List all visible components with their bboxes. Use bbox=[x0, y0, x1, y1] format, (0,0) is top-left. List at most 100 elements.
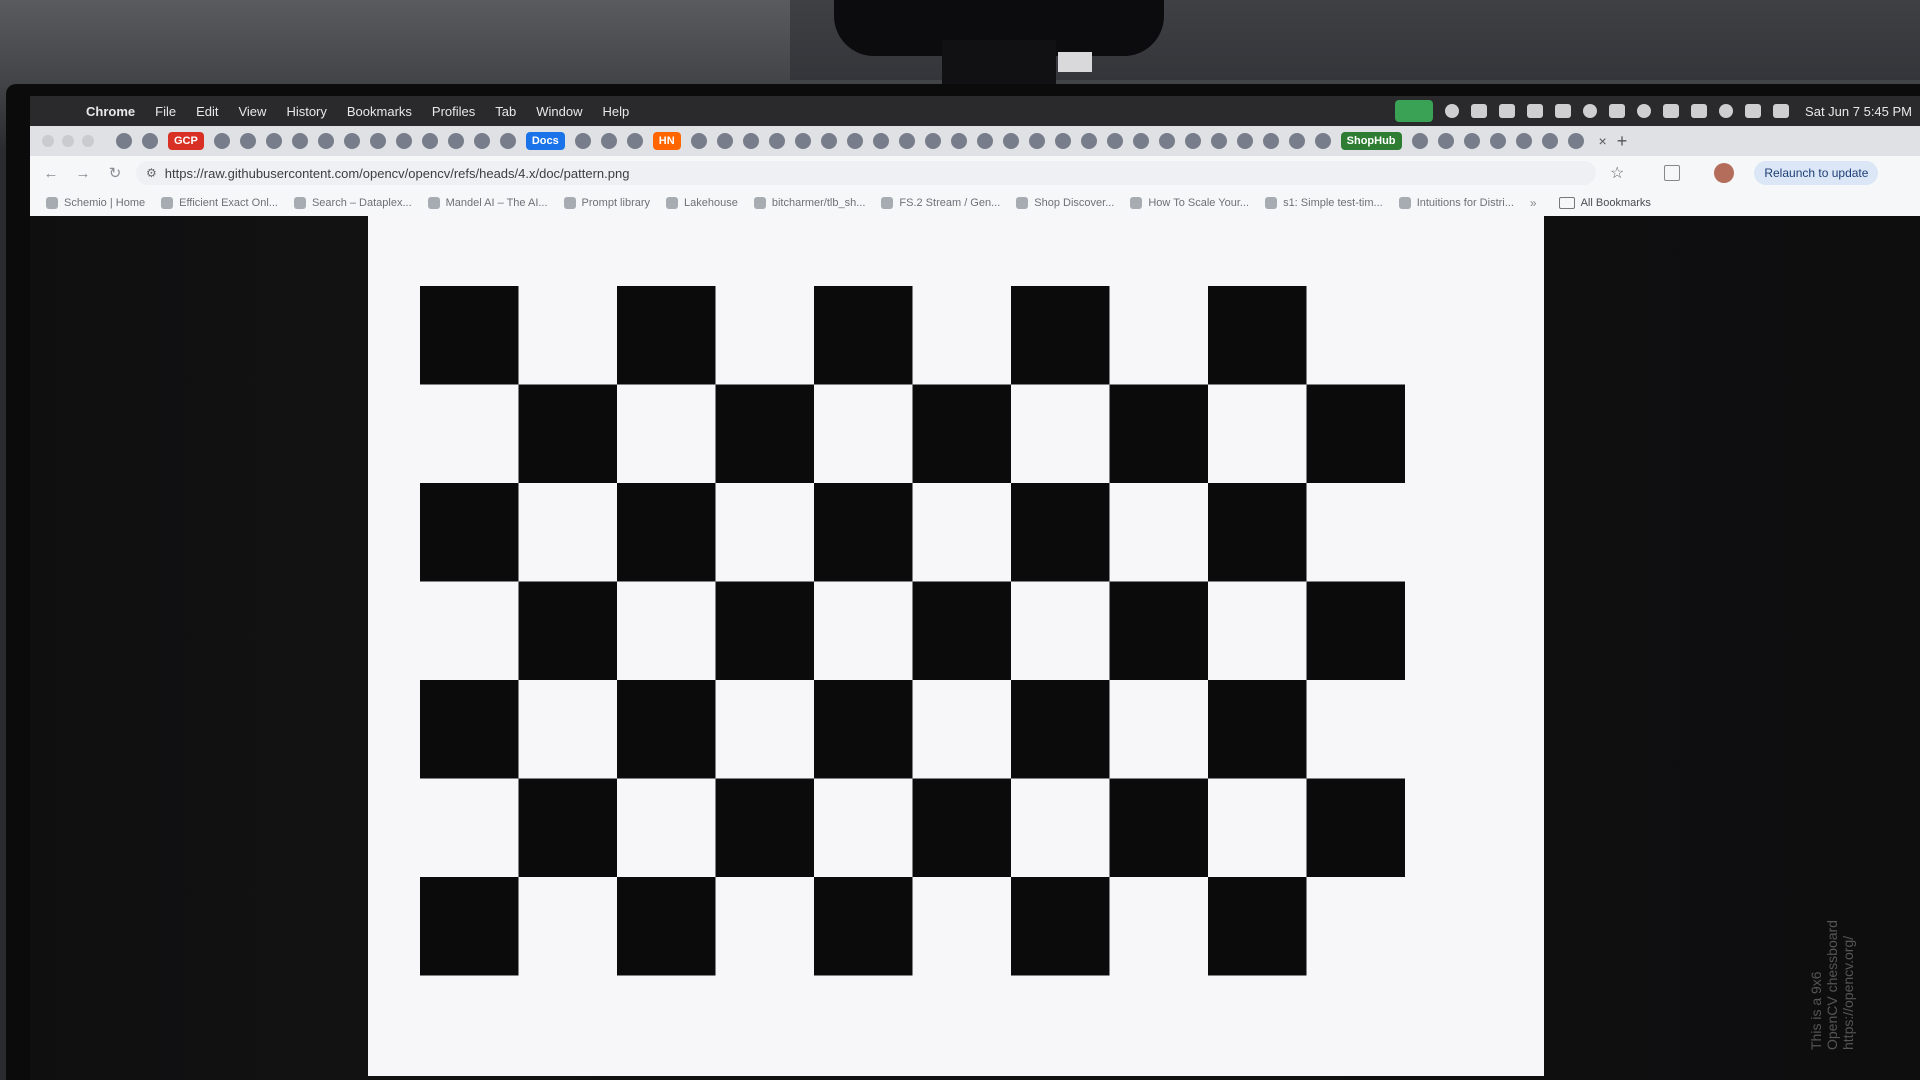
tab-favicon[interactable] bbox=[924, 133, 941, 149]
bookmark-item[interactable]: Efficient Exact Onl... bbox=[161, 197, 278, 209]
menu-clock[interactable]: Sat Jun 7 5:45 PM bbox=[1805, 104, 1912, 119]
bookmark-item[interactable]: Mandel AI – The AI... bbox=[427, 197, 548, 209]
record-icon[interactable] bbox=[1637, 104, 1652, 118]
new-tab-button[interactable]: + bbox=[1617, 131, 1628, 152]
tab-favicon[interactable] bbox=[473, 133, 490, 149]
tab-favicon[interactable] bbox=[820, 133, 837, 149]
tab-favicon[interactable] bbox=[846, 133, 863, 149]
url-text[interactable]: https://raw.githubusercontent.com/opencv… bbox=[165, 166, 630, 181]
tab-shophub[interactable]: ShopHub bbox=[1340, 132, 1402, 150]
tab-favicon[interactable] bbox=[690, 133, 707, 149]
tab-favicon[interactable] bbox=[499, 133, 516, 149]
tab-favicon[interactable] bbox=[1028, 133, 1045, 149]
bookmark-item[interactable]: How To Scale Your... bbox=[1130, 197, 1249, 209]
tab-favicon[interactable] bbox=[421, 133, 438, 149]
tasks-icon[interactable] bbox=[1471, 104, 1488, 118]
tab-favicon[interactable] bbox=[239, 133, 256, 149]
tab-favicon[interactable] bbox=[213, 133, 230, 149]
spotlight-search-icon[interactable] bbox=[1719, 104, 1734, 118]
tab-favicon[interactable] bbox=[1288, 133, 1305, 149]
tab-hn[interactable]: HN bbox=[652, 132, 681, 150]
tab-favicon[interactable] bbox=[369, 133, 386, 149]
tab-favicon[interactable] bbox=[1262, 133, 1279, 149]
clipboard-icon[interactable] bbox=[1499, 104, 1516, 118]
menu-tab[interactable]: Tab bbox=[495, 104, 516, 119]
tab-favicon[interactable] bbox=[1080, 133, 1097, 149]
relaunch-button[interactable]: Relaunch to update bbox=[1754, 161, 1879, 185]
tab-gcp[interactable]: GCP bbox=[168, 132, 204, 150]
bookmark-item[interactable]: Prompt library bbox=[563, 197, 650, 209]
tab-docs[interactable]: Docs bbox=[525, 132, 565, 150]
tab-favicon[interactable] bbox=[742, 133, 759, 149]
tab-favicon[interactable] bbox=[1002, 133, 1019, 149]
control-center-icon[interactable] bbox=[1773, 104, 1790, 118]
forward-icon[interactable]: → bbox=[72, 165, 94, 182]
tab-favicon[interactable] bbox=[1411, 133, 1428, 149]
bookmark-item[interactable]: FS.2 Stream / Gen... bbox=[881, 197, 1000, 209]
tab-favicon[interactable] bbox=[291, 133, 308, 149]
bookmarks-overflow-button[interactable]: » bbox=[1530, 196, 1537, 210]
tab-favicon[interactable] bbox=[116, 133, 132, 149]
menu-help[interactable]: Help bbox=[603, 104, 630, 119]
tab-favicon[interactable] bbox=[1541, 133, 1558, 149]
tab-favicon[interactable] bbox=[1184, 133, 1201, 149]
extensions-icon[interactable] bbox=[1664, 165, 1681, 181]
menu-edit[interactable]: Edit bbox=[196, 104, 218, 119]
reload-icon[interactable]: ↻ bbox=[104, 164, 126, 182]
tab-favicon[interactable] bbox=[768, 133, 785, 149]
tab-close-icon[interactable]: × bbox=[1599, 133, 1607, 149]
site-info-icon[interactable]: ⚙ bbox=[146, 166, 157, 180]
tab-favicon[interactable] bbox=[898, 133, 915, 149]
window-minimize-icon[interactable] bbox=[62, 135, 74, 147]
all-bookmarks-button[interactable]: All Bookmarks bbox=[1558, 197, 1651, 209]
tab-favicon[interactable] bbox=[872, 133, 889, 149]
notification-icon[interactable] bbox=[1745, 104, 1762, 118]
timer-icon[interactable] bbox=[1583, 104, 1598, 118]
grammarly-icon[interactable] bbox=[1445, 104, 1460, 118]
tab-favicon[interactable] bbox=[1463, 133, 1480, 149]
back-icon[interactable]: ← bbox=[40, 165, 62, 182]
battery-icon[interactable] bbox=[1663, 104, 1680, 118]
tab-favicon[interactable] bbox=[395, 133, 412, 149]
bookmark-item[interactable]: s1: Simple test-tim... bbox=[1265, 197, 1383, 209]
tab-favicon[interactable] bbox=[1132, 133, 1149, 149]
tab-favicon[interactable] bbox=[950, 133, 967, 149]
cloud-icon[interactable] bbox=[1527, 104, 1544, 118]
tab-favicon[interactable] bbox=[343, 133, 360, 149]
profile-avatar[interactable] bbox=[1714, 163, 1735, 183]
window-zoom-icon[interactable] bbox=[82, 135, 94, 147]
tab-favicon[interactable] bbox=[600, 133, 617, 149]
tab-favicon[interactable] bbox=[1437, 133, 1454, 149]
menu-file[interactable]: File bbox=[155, 104, 176, 119]
tab-favicon[interactable] bbox=[794, 133, 811, 149]
menu-profiles[interactable]: Profiles bbox=[432, 104, 475, 119]
tab-favicon[interactable] bbox=[1236, 133, 1253, 149]
tab-favicon[interactable] bbox=[716, 133, 733, 149]
menu-window[interactable]: Window bbox=[536, 104, 582, 119]
menu-view[interactable]: View bbox=[238, 104, 266, 119]
window-close-icon[interactable] bbox=[42, 135, 54, 147]
bookmark-item[interactable]: Intuitions for Distri... bbox=[1398, 197, 1514, 209]
tab-favicon[interactable] bbox=[1054, 133, 1071, 149]
tab-favicon[interactable] bbox=[1210, 133, 1227, 149]
tab-favicon[interactable] bbox=[1515, 133, 1532, 149]
menu-app-name[interactable]: Chrome bbox=[86, 104, 135, 119]
menu-bookmarks[interactable]: Bookmarks bbox=[347, 104, 412, 119]
tab-favicon[interactable] bbox=[1158, 133, 1175, 149]
tab-favicon[interactable] bbox=[142, 133, 158, 149]
tab-favicon[interactable] bbox=[317, 133, 334, 149]
tab-favicon[interactable] bbox=[1489, 133, 1506, 149]
address-bar[interactable]: ⚙ https://raw.githubusercontent.com/open… bbox=[136, 161, 1596, 185]
display-icon[interactable] bbox=[1555, 104, 1572, 118]
tab-favicon[interactable] bbox=[574, 133, 591, 149]
bluetooth-icon[interactable] bbox=[1609, 104, 1626, 118]
bookmark-item[interactable]: Schemio | Home bbox=[46, 197, 145, 209]
tab-favicon[interactable] bbox=[265, 133, 282, 149]
tab-favicon[interactable] bbox=[626, 133, 643, 149]
bookmark-item[interactable]: Search – Dataplex... bbox=[293, 197, 412, 209]
bookmark-item[interactable]: Shop Discover... bbox=[1016, 197, 1114, 209]
tab-favicon[interactable] bbox=[1567, 133, 1584, 149]
tab-favicon[interactable] bbox=[1106, 133, 1123, 149]
facetime-indicator-icon[interactable] bbox=[1395, 100, 1434, 122]
bookmark-star-icon[interactable]: ☆ bbox=[1610, 163, 1624, 183]
